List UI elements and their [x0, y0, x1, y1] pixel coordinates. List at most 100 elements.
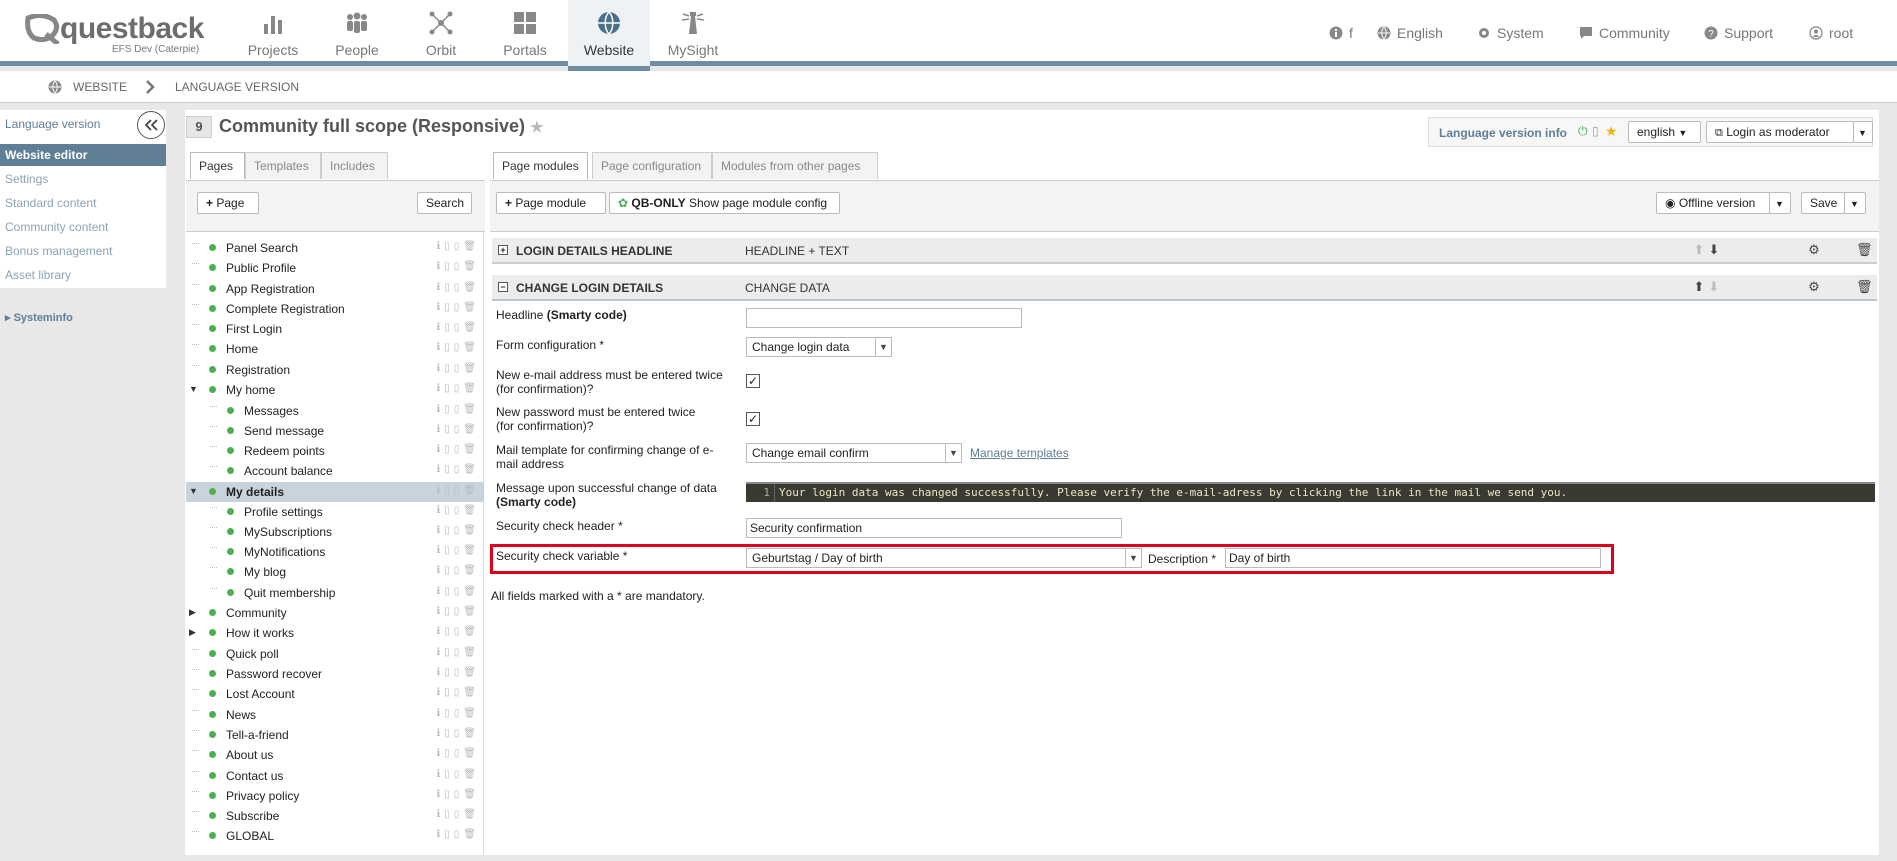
sidebar-item-website-editor[interactable]: Website editor	[0, 144, 166, 166]
favorite-star-icon[interactable]: ★	[530, 119, 543, 136]
tree-item-actions[interactable]: ℹ▯▯🗑	[437, 687, 481, 698]
tab-pages[interactable]: Pages	[190, 152, 245, 179]
tree-item-actions[interactable]: ℹ▯▯🗑	[437, 363, 481, 374]
mail-template-select[interactable]: Change email confirm ▼	[746, 443, 962, 463]
logo[interactable]: questback EFS Dev (Caterpie)	[24, 12, 204, 56]
tree-item-actions[interactable]: ℹ▯▯🗑	[437, 444, 481, 455]
tree-item-actions[interactable]: ℹ▯▯🗑	[437, 424, 481, 435]
tree-item-actions[interactable]: ℹ▯▯🗑	[437, 383, 481, 394]
nav-website[interactable]: Website	[568, 0, 650, 71]
login-as-moderator-button[interactable]: ⧉ Login as moderator	[1706, 121, 1854, 143]
headline-input[interactable]	[746, 308, 1022, 328]
email-twice-checkbox[interactable]: ✓	[746, 374, 760, 388]
tree-item[interactable]: Registration ℹ▯▯🗑	[186, 360, 484, 380]
security-check-variable-select[interactable]: Geburtstag / Day of birth ▼	[746, 548, 1142, 568]
password-twice-checkbox[interactable]: ✓	[746, 412, 760, 426]
tree-item[interactable]: ▶ Community ℹ▯▯🗑	[186, 603, 484, 623]
sidebar-item-asset-library[interactable]: Asset library	[5, 268, 71, 282]
move-down-icon[interactable]: ⬇	[1707, 243, 1721, 257]
tree-item[interactable]: Lost Account ℹ▯▯🗑	[186, 684, 484, 704]
community-menu[interactable]: Community	[1579, 25, 1670, 41]
tree-item[interactable]: Messages ℹ▯▯🗑	[186, 401, 484, 421]
nav-mysight[interactable]: MySight	[658, 0, 728, 66]
message-code-editor[interactable]: 1 Your login data was changed successful…	[746, 482, 1875, 502]
tree-item[interactable]: Send message ℹ▯▯🗑	[186, 421, 484, 441]
tree-item-actions[interactable]: ℹ▯▯🗑	[437, 545, 481, 556]
tree-item[interactable]: MyNotifications ℹ▯▯🗑	[186, 542, 484, 562]
nav-people[interactable]: People	[322, 0, 392, 66]
tree-item-actions[interactable]: ℹ▯▯🗑	[437, 667, 481, 678]
sidebar-item-standard-content[interactable]: Standard content	[5, 196, 96, 210]
tree-item-actions[interactable]: ℹ▯▯🗑	[437, 789, 481, 800]
collapse-toggle-icon[interactable]: −	[498, 282, 508, 292]
tree-item[interactable]: News ℹ▯▯🗑	[186, 705, 484, 725]
tree-item[interactable]: Subscribe ℹ▯▯🗑	[186, 806, 484, 826]
systeminfo-toggle[interactable]: ▸ Systeminfo	[5, 311, 73, 324]
tree-item[interactable]: GLOBAL ℹ▯▯🗑	[186, 826, 484, 846]
tab-templates[interactable]: Templates	[245, 152, 321, 179]
sidebar-item-community-content[interactable]: Community content	[5, 220, 108, 234]
tree-item-actions[interactable]: ℹ▯▯🗑	[437, 342, 481, 353]
collapse-arrow-icon[interactable]: ▼	[189, 486, 198, 496]
tree-item[interactable]: Complete Registration ℹ▯▯🗑	[186, 299, 484, 319]
nav-orbit[interactable]: Orbit	[408, 0, 474, 66]
move-up-icon[interactable]: ⬆	[1692, 243, 1706, 257]
tree-item-actions[interactable]: ℹ▯▯🗑	[437, 302, 481, 313]
add-page-button[interactable]: + Page	[197, 192, 259, 214]
tree-item[interactable]: ▼ My details ℹ▯▯🗑	[186, 482, 484, 502]
tree-item[interactable]: About us ℹ▯▯🗑	[186, 745, 484, 765]
nav-projects[interactable]: Projects	[240, 0, 306, 66]
tree-item-actions[interactable]: ℹ▯▯🗑	[437, 728, 481, 739]
expand-arrow-icon[interactable]: ▶	[189, 607, 196, 618]
trash-icon[interactable]: 🗑	[1856, 243, 1873, 257]
language-menu[interactable]: English	[1377, 25, 1443, 41]
form-configuration-select[interactable]: Change login data ▼	[746, 337, 892, 357]
login-dropdown-button[interactable]: ▼	[1853, 121, 1873, 143]
search-button[interactable]: Search	[417, 192, 472, 214]
tree-item[interactable]: Contact us ℹ▯▯🗑	[186, 766, 484, 786]
tree-item[interactable]: Redeem points ℹ▯▯🗑	[186, 441, 484, 461]
tree-item-actions[interactable]: ℹ▯▯🗑	[437, 606, 481, 617]
tree-item-actions[interactable]: ℹ▯▯🗑	[437, 586, 481, 597]
tree-item-actions[interactable]: ℹ▯▯🗑	[437, 647, 481, 658]
tree-item-actions[interactable]: ℹ▯▯🗑	[437, 748, 481, 759]
tab-includes[interactable]: Includes	[321, 152, 388, 179]
tree-item[interactable]: My blog ℹ▯▯🗑	[186, 562, 484, 582]
tree-item[interactable]: App Registration ℹ▯▯🗑	[186, 279, 484, 299]
tab-modules-from-other-pages[interactable]: Modules from other pages	[712, 152, 878, 179]
collapse-arrow-icon[interactable]: ▼	[189, 384, 198, 394]
offline-version-button[interactable]: ◉ Offline version	[1656, 192, 1770, 214]
tree-item[interactable]: ▶ How it works ℹ▯▯🗑	[186, 623, 484, 643]
language-version-info[interactable]: Language version info	[1439, 126, 1567, 140]
tab-page-configuration[interactable]: Page configuration	[592, 152, 712, 179]
tree-item-actions[interactable]: ℹ▯▯🗑	[437, 485, 481, 496]
tree-item[interactable]: Home ℹ▯▯🗑	[186, 339, 484, 359]
tree-item-actions[interactable]: ℹ▯▯🗑	[437, 464, 481, 475]
module-row-change-login-details[interactable]: − CHANGE LOGIN DETAILS CHANGE DATA ⬆ ⬇ ⚙…	[492, 275, 1877, 301]
tree-item[interactable]: Panel Search ℹ▯▯🗑	[186, 238, 484, 258]
tree-item[interactable]: Public Profile ℹ▯▯🗑	[186, 258, 484, 278]
expand-toggle-icon[interactable]: +	[498, 245, 508, 255]
tree-item-actions[interactable]: ℹ▯▯🗑	[437, 241, 481, 252]
save-button[interactable]: Save	[1801, 192, 1845, 214]
info-button[interactable]: f	[1329, 25, 1353, 41]
tree-item[interactable]: ▼ My home ℹ▯▯🗑	[186, 380, 484, 400]
tree-item-actions[interactable]: ℹ▯▯🗑	[437, 505, 481, 516]
tree-item-actions[interactable]: ℹ▯▯🗑	[437, 565, 481, 576]
tree-item-actions[interactable]: ℹ▯▯🗑	[437, 282, 481, 293]
tree-item[interactable]: Profile settings ℹ▯▯🗑	[186, 502, 484, 522]
expand-arrow-icon[interactable]: ▶	[189, 627, 196, 638]
breadcrumb-website[interactable]: WEBSITE	[73, 80, 127, 94]
offline-version-dropdown[interactable]: ▼	[1769, 192, 1791, 214]
tree-item-actions[interactable]: ℹ▯▯🗑	[437, 322, 481, 333]
module-row-login-details-headline[interactable]: + LOGIN DETAILS HEADLINE HEADLINE + TEXT…	[492, 238, 1877, 264]
tree-item-actions[interactable]: ℹ▯▯🗑	[437, 261, 481, 272]
tree-item-actions[interactable]: ℹ▯▯🗑	[437, 626, 481, 637]
tree-item[interactable]: Quit membership ℹ▯▯🗑	[186, 583, 484, 603]
tree-item-actions[interactable]: ℹ▯▯🗑	[437, 404, 481, 415]
save-dropdown[interactable]: ▼	[1844, 192, 1866, 214]
tree-item-actions[interactable]: ℹ▯▯🗑	[437, 769, 481, 780]
tab-page-modules[interactable]: Page modules	[493, 152, 588, 179]
description-input[interactable]: Day of birth	[1225, 548, 1601, 568]
tree-item[interactable]: Password recover ℹ▯▯🗑	[186, 664, 484, 684]
